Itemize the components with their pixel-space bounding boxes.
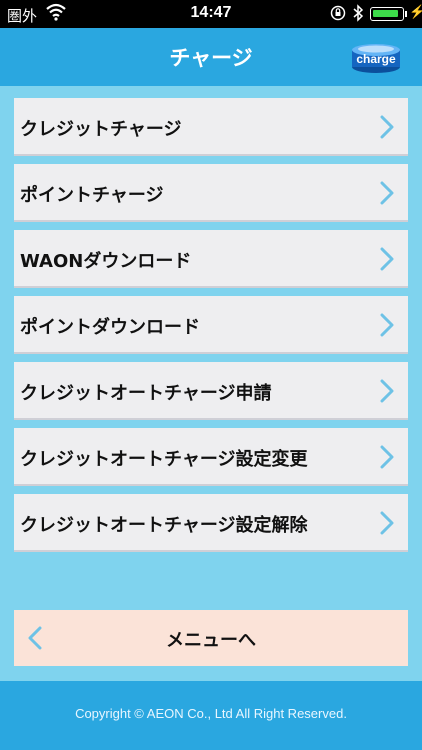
bluetooth-icon: [352, 4, 364, 26]
menu-item-label: ポイントダウンロード: [20, 317, 200, 338]
back-to-menu-button[interactable]: メニューへ: [14, 610, 408, 666]
menu-item-label: クレジットオートチャージ申請: [20, 383, 272, 404]
menu-item-point-charge[interactable]: ポイントチャージ: [14, 164, 408, 222]
menu-item-point-download[interactable]: ポイントダウンロード: [14, 296, 408, 354]
orientation-lock-icon: [330, 5, 346, 25]
chevron-right-icon: [378, 511, 396, 535]
menu-item-label: ポイントチャージ: [20, 185, 164, 206]
copyright-text: Copyright © AEON Co., Ltd All Right Rese…: [75, 706, 347, 721]
menu-item-label: クレジットオートチャージ設定変更: [20, 449, 308, 470]
chevron-right-icon: [378, 247, 396, 271]
chevron-right-icon: [378, 115, 396, 139]
back-button-label: メニューへ: [166, 630, 256, 651]
status-bar: 圏外 14:47 ⚡: [0, 0, 422, 28]
chevron-right-icon: [378, 445, 396, 469]
chevron-right-icon: [378, 379, 396, 403]
menu-item-auto-charge-apply[interactable]: クレジットオートチャージ申請: [14, 362, 408, 420]
menu-item-label: WAONダウンロード: [20, 251, 192, 272]
battery-fill: [373, 10, 398, 17]
battery-icon: [370, 7, 404, 21]
menu-item-label: クレジットチャージ: [20, 119, 182, 140]
battery-nub: [405, 11, 407, 17]
menu-item-auto-charge-change[interactable]: クレジットオートチャージ設定変更: [14, 428, 408, 486]
charging-bolt-icon: ⚡: [409, 4, 422, 19]
menu-item-label: クレジットオートチャージ設定解除: [20, 515, 308, 536]
footer: Copyright © AEON Co., Ltd All Right Rese…: [0, 681, 422, 750]
menu-item-waon-download[interactable]: WAONダウンロード: [14, 230, 408, 288]
menu-item-credit-charge[interactable]: クレジットチャージ: [14, 98, 408, 156]
charge-logo-icon: charge: [350, 40, 402, 74]
charge-logo-text: charge: [356, 52, 396, 66]
nav-header: チャージ charge: [0, 28, 422, 86]
menu-item-auto-charge-cancel[interactable]: クレジットオートチャージ設定解除: [14, 494, 408, 552]
chevron-right-icon: [378, 313, 396, 337]
chevron-right-icon: [378, 181, 396, 205]
